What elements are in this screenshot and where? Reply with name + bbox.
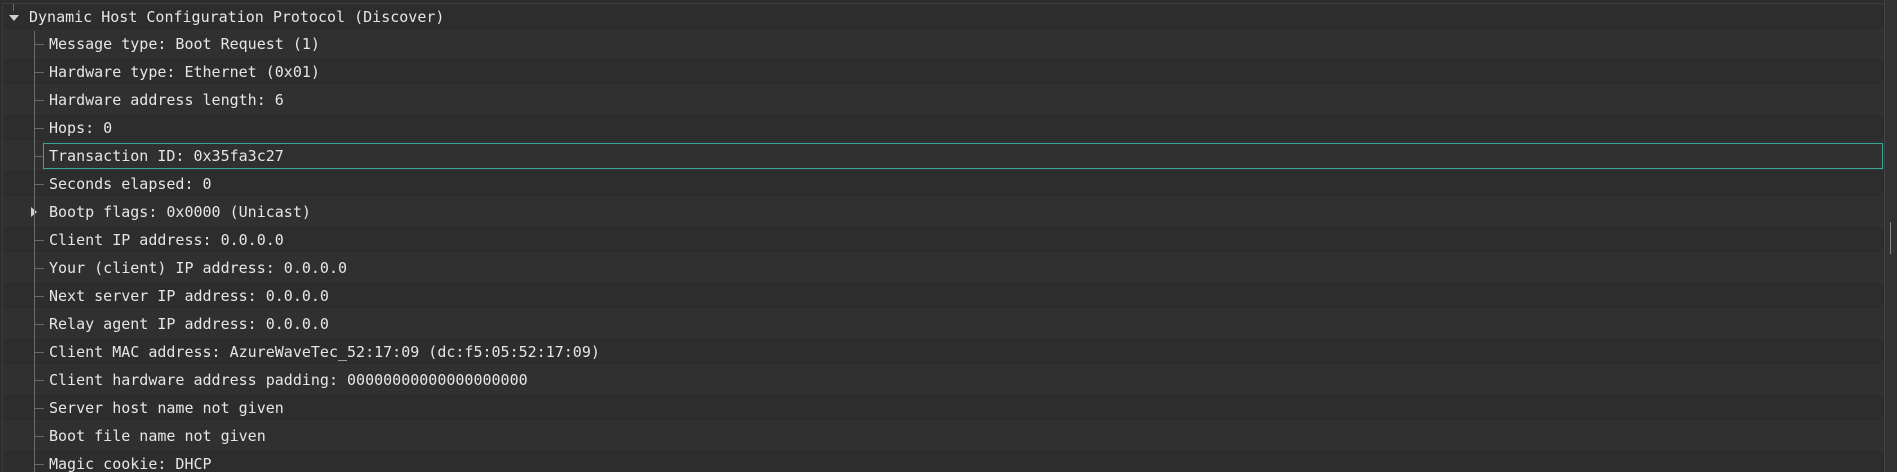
tree-node-client-ip[interactable]: Client IP address: 0.0.0.0 xyxy=(3,227,1883,254)
tree-node-label: Client hardware address padding: 0000000… xyxy=(49,371,528,389)
scrollbar-thumb[interactable] xyxy=(1890,222,1891,254)
tree-node-client-mac[interactable]: Client MAC address: AzureWaveTec_52:17:0… xyxy=(3,339,1883,366)
packet-detail-tree: Dynamic Host Configuration Protocol (Dis… xyxy=(2,3,1885,472)
tree-node-label: Hardware type: Ethernet (0x01) xyxy=(49,63,320,81)
tree-node-label: Bootp flags: 0x0000 (Unicast) xyxy=(49,203,311,221)
tree-node-label: Next server IP address: 0.0.0.0 xyxy=(49,287,329,305)
tree-node-hardware-address-length[interactable]: Hardware address length: 6 xyxy=(3,87,1883,114)
tree-node-label: Client MAC address: AzureWaveTec_52:17:0… xyxy=(49,343,600,361)
tree-node-label: Message type: Boot Request (1) xyxy=(49,35,320,53)
tree-node-magic-cookie[interactable]: Magic cookie: DHCP xyxy=(3,451,1883,472)
tree-node-label: Hardware address length: 6 xyxy=(49,91,284,109)
tree-node-hops[interactable]: Hops: 0 xyxy=(3,115,1883,142)
selection-outline xyxy=(43,143,1883,169)
tree-node-seconds-elapsed[interactable]: Seconds elapsed: 0 xyxy=(3,171,1883,198)
tree-node-label: Your (client) IP address: 0.0.0.0 xyxy=(49,259,348,277)
tree-connector-line xyxy=(13,4,14,11)
tree-node-relay-agent-ip[interactable]: Relay agent IP address: 0.0.0.0 xyxy=(3,311,1883,338)
tree-node-label: Relay agent IP address: 0.0.0.0 xyxy=(49,315,329,333)
tree-node-next-server-ip[interactable]: Next server IP address: 0.0.0.0 xyxy=(3,283,1883,310)
tree-node-label: Seconds elapsed: 0 xyxy=(49,175,212,193)
collapse-arrow-icon[interactable] xyxy=(9,15,19,21)
tree-node-message-type[interactable]: Message type: Boot Request (1) xyxy=(3,31,1883,58)
tree-node-label: Server host name not given xyxy=(49,399,284,417)
tree-node-your-ip[interactable]: Your (client) IP address: 0.0.0.0 xyxy=(3,255,1883,282)
tree-node-label: Hops: 0 xyxy=(49,119,113,137)
tree-node-bootp-flags[interactable]: Bootp flags: 0x0000 (Unicast) xyxy=(3,199,1883,226)
tree-node-boot-file-name[interactable]: Boot file name not given xyxy=(3,423,1883,450)
tree-node-label: Magic cookie: DHCP xyxy=(49,455,212,472)
tree-node-client-hw-padding[interactable]: Client hardware address padding: 0000000… xyxy=(3,367,1883,394)
tree-node-dhcp[interactable]: Dynamic Host Configuration Protocol (Dis… xyxy=(3,4,1883,31)
tree-node-label: Client IP address: 0.0.0.0 xyxy=(49,231,284,249)
tree-connector-line xyxy=(34,31,35,472)
tree-node-transaction-id[interactable]: Transaction ID: 0x35fa3c27 xyxy=(3,143,1883,170)
packet-details-pane: Dynamic Host Configuration Protocol (Dis… xyxy=(0,0,1897,472)
tree-node-label: Boot file name not given xyxy=(49,427,266,445)
tree-node-label: Dynamic Host Configuration Protocol (Dis… xyxy=(29,8,445,26)
tree-node-server-host-name[interactable]: Server host name not given xyxy=(3,395,1883,422)
vertical-scrollbar[interactable] xyxy=(1884,0,1897,472)
tree-node-label: Transaction ID: 0x35fa3c27 xyxy=(49,147,284,165)
tree-node-hardware-type[interactable]: Hardware type: Ethernet (0x01) xyxy=(3,59,1883,86)
